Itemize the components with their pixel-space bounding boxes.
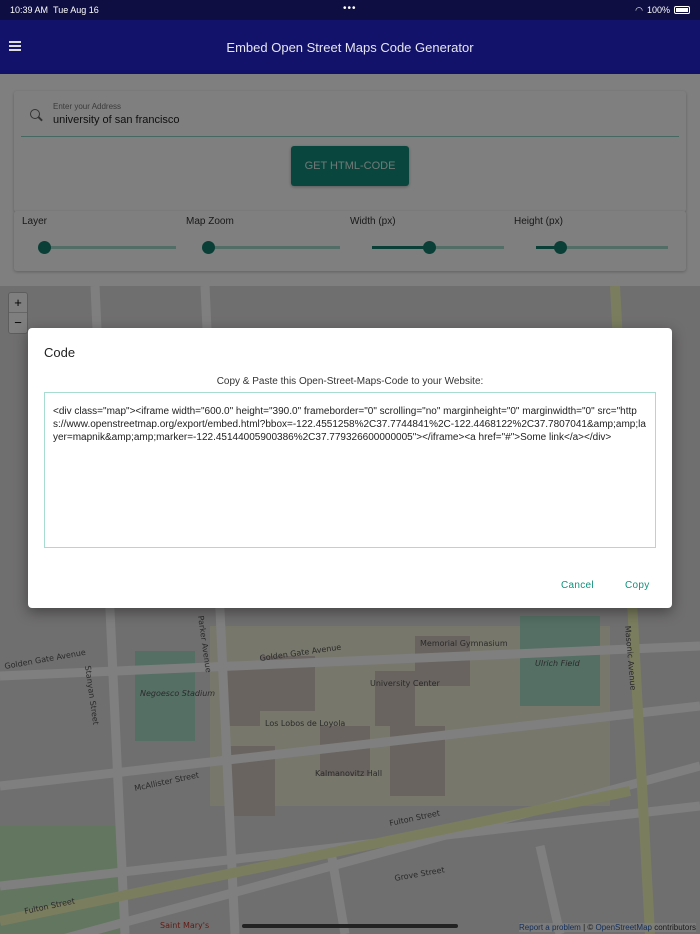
multitask-dots-icon[interactable]: ••• (343, 3, 357, 14)
status-bar: 10:39 AM Tue Aug 16 ••• ◠ 100% (0, 0, 700, 20)
page-title: Embed Open Street Maps Code Generator (226, 39, 474, 55)
battery-percent: 100% (646, 5, 670, 15)
cancel-button[interactable]: Cancel (561, 580, 594, 591)
menu-icon[interactable] (9, 41, 21, 53)
copy-button[interactable]: Copy (625, 580, 650, 591)
dialog-title: Code (44, 345, 76, 360)
dialog-subtitle: Copy & Paste this Open-Street-Maps-Code … (216, 376, 484, 387)
battery-icon (674, 6, 690, 14)
status-time: 10:39 AM (10, 5, 49, 15)
home-indicator[interactable] (242, 924, 458, 928)
code-textarea[interactable]: <div class="map"><iframe width="600.0" h… (44, 392, 656, 548)
code-dialog: Code Copy & Paste this Open-Street-Maps-… (28, 328, 672, 608)
app-header: Embed Open Street Maps Code Generator (0, 20, 700, 74)
wifi-icon: ◠ (635, 4, 643, 15)
status-date: Tue Aug 16 (53, 5, 99, 15)
